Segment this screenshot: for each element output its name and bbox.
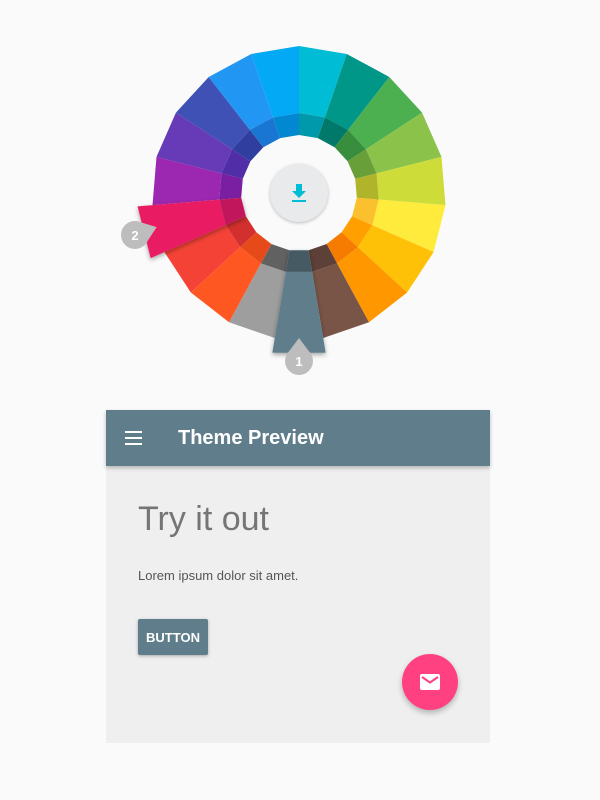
preview-heading: Try it out	[138, 500, 269, 538]
download-icon	[292, 184, 306, 202]
accent-marker-label: 2	[131, 228, 138, 243]
mail-fab[interactable]	[402, 654, 458, 710]
app-bar: Theme Preview	[106, 410, 490, 466]
menu-icon[interactable]	[124, 430, 144, 446]
swatch-blue-grey-inner[interactable]	[285, 250, 313, 272]
mail-icon	[420, 674, 440, 690]
primary-marker-label: 1	[295, 354, 302, 369]
theme-picker-page: 1 2 Theme Preview Try it out Lorem ipsum…	[0, 0, 600, 800]
download-button[interactable]	[270, 164, 328, 222]
app-bar-title: Theme Preview	[178, 427, 324, 449]
theme-preview-card: Theme Preview Try it out Lorem ipsum dol…	[106, 410, 490, 743]
preview-button[interactable]: BUTTON	[138, 619, 208, 655]
preview-body-text: Lorem ipsum dolor sit amet.	[138, 568, 299, 583]
